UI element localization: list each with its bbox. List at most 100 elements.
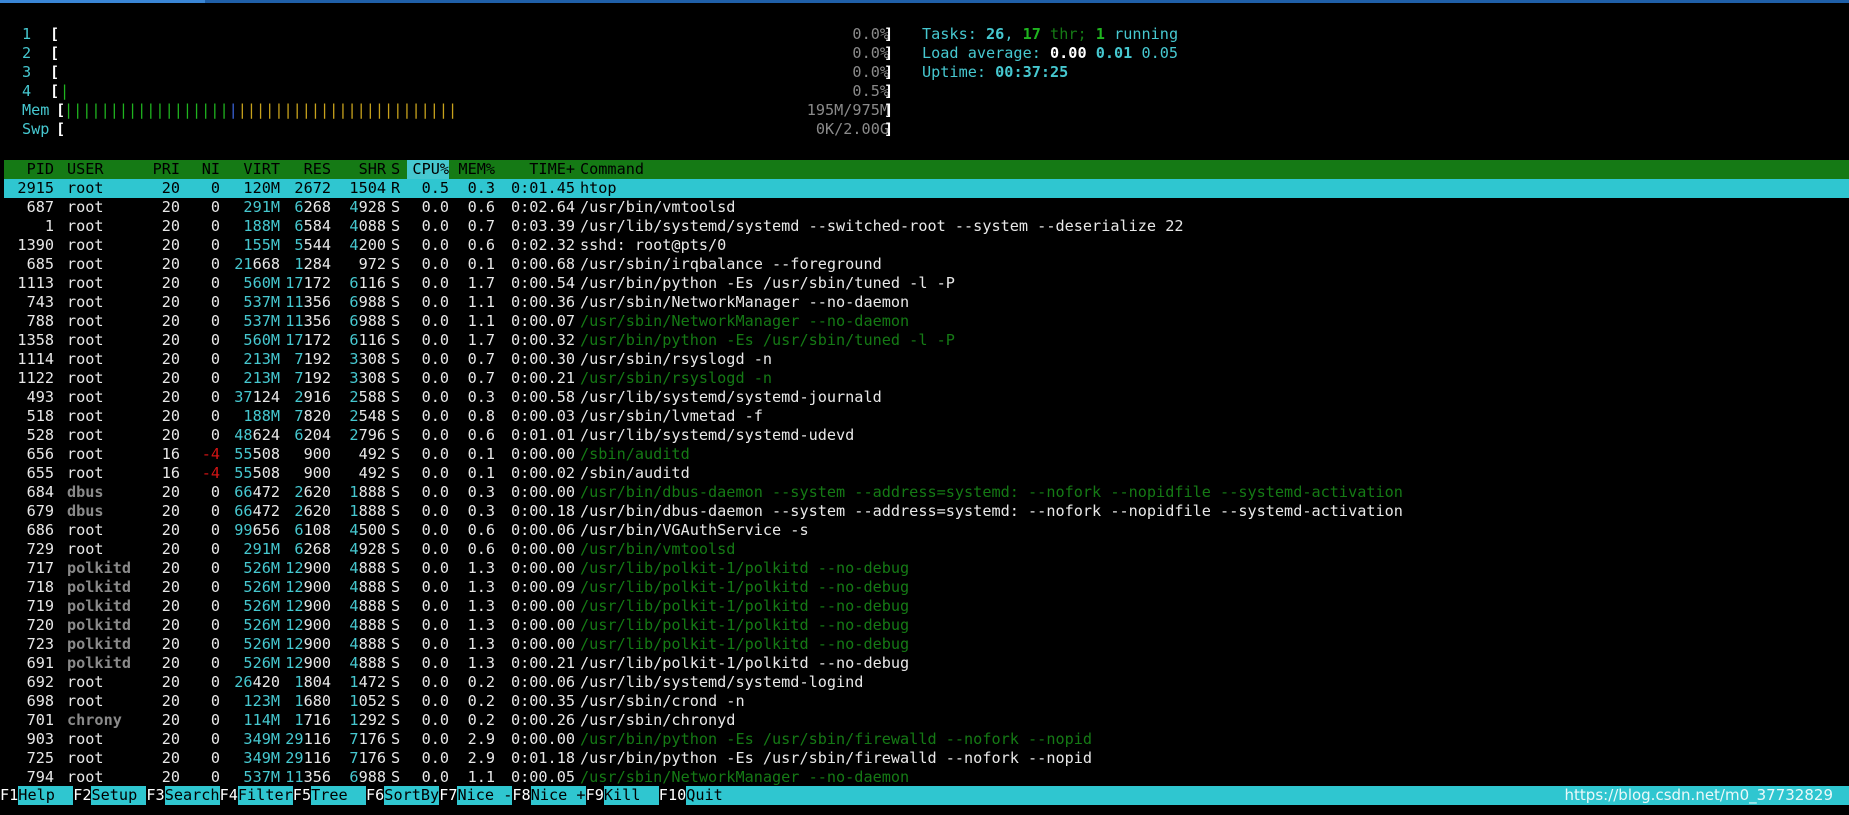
column-header-pid[interactable]: PID — [4, 160, 54, 179]
function-key-f3[interactable]: F3 — [146, 786, 165, 805]
table-row[interactable]: 903 root 20 0 349M 29116 7176 S 0.0 2.9 0:00.00/us… — [4, 730, 1849, 749]
table-row[interactable]: 701 chrony 20 0 114M 1716 1292 S 0.0 0.2 0:00.26/u… — [4, 711, 1849, 730]
cell-pid: 1114 — [17, 350, 54, 368]
table-row[interactable]: 719 polkitd 20 0 526M 12900 4888 S 0.0 1.3 0:00.00… — [4, 597, 1849, 616]
process-table-header: PID USER PRI NI VIRT RES SHR S CPU% MEM%… — [4, 160, 1849, 179]
function-key-f10[interactable]: F10 — [658, 786, 687, 805]
function-key-label[interactable]: Setup — [92, 786, 147, 805]
function-key-f7[interactable]: F7 — [439, 786, 458, 805]
table-row[interactable]: 656 root 16 -4 55508 900 492 S 0.0 0.1 0:00.00/sbi… — [4, 445, 1849, 464]
column-header-user[interactable]: USER — [67, 160, 104, 179]
table-row[interactable]: 685 root 20 0 21668 1284 972 S 0.0 0.1 0:00.68/usr… — [4, 255, 1849, 274]
cell-s: S — [391, 559, 401, 577]
cell-pid: 518 — [26, 407, 54, 425]
table-row[interactable]: 655 root 16 -4 55508 900 492 S 0.0 0.1 0:00.02/sbi… — [4, 464, 1849, 483]
table-row[interactable]: 1358 root 20 0 560M 17172 6116 S 0.0 1.7 0:00.32/u… — [4, 331, 1849, 350]
table-row[interactable]: 679 dbus 20 0 66472 2620 1888 S 0.0 0.3 0:00.18/us… — [4, 502, 1849, 521]
table-row[interactable]: 788 root 20 0 537M 11356 6988 S 0.0 1.1 0:00.07/us… — [4, 312, 1849, 331]
table-row[interactable]: 720 polkitd 20 0 526M 12900 4888 S 0.0 1.3 0:00.00… — [4, 616, 1849, 635]
cell-mem: 0.1 — [467, 445, 495, 463]
table-row[interactable]: 528 root 20 0 48624 6204 2796 S 0.0 0.6 0:01.01/us… — [4, 426, 1849, 445]
table-row[interactable]: 1390 root 20 0 155M 5544 4200 S 0.0 0.6 0:02.32 ssh… — [4, 236, 1849, 255]
cell-ni: 0 — [210, 255, 220, 273]
table-row-selected[interactable]: 2915 root 20 0 120M 2672 1504 R 0.5 0.3 0:01.45 hto… — [4, 179, 1849, 198]
table-row[interactable]: 718 polkitd 20 0 526M 12900 4888 S 0.0 1.3 0:00.09… — [4, 578, 1849, 597]
cell-user: polkitd — [67, 578, 132, 596]
cell-cpu: 0.0 — [421, 236, 449, 254]
table-row[interactable]: 725 root 20 0 349M 29116 7176 S 0.0 2.9 0:01.18/us… — [4, 749, 1849, 768]
cell-s: S — [391, 331, 401, 349]
cell-pid: 718 — [26, 578, 54, 596]
function-key-label[interactable]: Kill — [604, 786, 659, 805]
function-key-f6[interactable]: F6 — [366, 786, 385, 805]
table-row[interactable]: 698 root 20 0 123M 1680 1052 S 0.0 0.2 0:00.35/usr… — [4, 692, 1849, 711]
function-key-f5[interactable]: F5 — [292, 786, 312, 805]
column-header-res[interactable]: RES — [281, 160, 331, 179]
cell-mem: 0.3 — [467, 502, 495, 520]
cell-user: root — [67, 236, 104, 254]
table-row[interactable]: 743 root 20 0 537M 11356 6988 S 0.0 1.1 0:00.36/us… — [4, 293, 1849, 312]
function-key-f9[interactable]: F9 — [585, 786, 604, 805]
table-row[interactable]: 794 root 20 0 537M 11356 6988 S 0.0 1.1 0:00.05/us… — [4, 768, 1849, 787]
table-row[interactable]: 717 polkitd 20 0 526M 12900 4888 S 0.0 1.3 0:00.00… — [4, 559, 1849, 578]
column-header-pri[interactable]: PRI — [152, 160, 180, 179]
cell-time: 0:00.07 — [510, 312, 575, 330]
table-row[interactable]: 493 root 20 0 37124 2916 2588 S 0.0 0.3 0:00.58/us… — [4, 388, 1849, 407]
function-key-f8[interactable]: F8 — [512, 786, 531, 805]
function-key-label[interactable]: Tree — [311, 786, 366, 805]
table-row[interactable]: 691 polkitd 20 0 526M 12900 4888 S 0.0 1.3 0:00.21… — [4, 654, 1849, 673]
table-row[interactable]: 723 polkitd 20 0 526M 12900 4888 S 0.0 1.3 0:00.00… — [4, 635, 1849, 654]
window-top-strip — [0, 0, 1849, 3]
table-row[interactable]: 1122 root 20 0 213M 7192 3308 S 0.0 0.7 0:00.21/us… — [4, 369, 1849, 388]
cell-s: S — [391, 426, 401, 444]
table-row[interactable]: 684 dbus 20 0 66472 2620 1888 S 0.0 0.3 0:00.00/us… — [4, 483, 1849, 502]
cell-ni: 0 — [210, 673, 220, 691]
table-row[interactable]: 686 root 20 0 99656 6108 4500 S 0.0 0.6 0:00.06/us… — [4, 521, 1849, 540]
column-header-mem[interactable]: MEM% — [453, 160, 495, 179]
cell-cpu: 0.0 — [421, 635, 449, 653]
cell-s: S — [391, 445, 401, 463]
cell-cpu: 0.0 — [421, 426, 449, 444]
cell-ni: 0 — [210, 616, 220, 634]
cell-mem: 0.6 — [467, 426, 495, 444]
column-header-cpu[interactable]: CPU% — [407, 160, 449, 179]
threads-count: 17 — [1022, 25, 1041, 43]
function-key-f1[interactable]: F1 — [0, 786, 19, 805]
column-header-command[interactable]: Command — [580, 160, 644, 179]
column-header-ni[interactable]: NI — [192, 160, 220, 179]
table-row[interactable]: 687 root 20 0 291M 6268 4928 S 0.0 0.6 0:02.64/usr… — [4, 198, 1849, 217]
cell-mem: 1.1 — [467, 768, 495, 786]
table-row[interactable]: 692 root 20 0 26420 1804 1472 S 0.0 0.2 0:00.06/us… — [4, 673, 1849, 692]
cell-pri: 20 — [161, 483, 180, 501]
column-header-virt[interactable]: VIRT — [230, 160, 280, 179]
cell-pid: 679 — [26, 502, 54, 520]
cell-s: S — [391, 464, 401, 482]
cell-time: 0:00.06 — [510, 521, 575, 539]
cell-cmd: /usr/lib/polkit-1/polkitd --no-debug — [580, 597, 910, 615]
cell-cpu: 0.0 — [421, 445, 449, 463]
function-key-f2[interactable]: F2 — [73, 786, 92, 805]
function-key-label[interactable]: Filter — [238, 786, 293, 805]
table-row[interactable]: 729 root 20 0 291M 6268 4928 S 0.0 0.6 0:00.00/usr… — [4, 540, 1849, 559]
function-key-label[interactable]: Nice - — [458, 786, 513, 805]
column-header-time[interactable]: TIME+ — [497, 160, 575, 179]
cell-res: 900 — [303, 445, 331, 463]
cell-pid: 725 — [26, 749, 54, 767]
table-row[interactable]: 1113 root 20 0 560M 17172 6116 S 0.0 1.7 0:00.54/u… — [4, 274, 1849, 293]
column-header-shr[interactable]: SHR — [336, 160, 386, 179]
function-key-label[interactable]: Nice + — [531, 786, 586, 805]
cell-cmd: /usr/bin/vmtoolsd — [580, 198, 736, 216]
table-row[interactable]: 1114 root 20 0 213M 7192 3308 S 0.0 0.7 0:00.30/us… — [4, 350, 1849, 369]
table-row[interactable]: 518 root 20 0 188M 7820 2548 S 0.0 0.8 0:00.03/usr… — [4, 407, 1849, 426]
table-row[interactable]: 1 root 20 0 188M 6584 4088 S 0.0 0.7 0:03.39/usr/l… — [4, 217, 1849, 236]
function-key-label[interactable]: SortBy — [384, 786, 439, 805]
function-key-f4[interactable]: F4 — [219, 786, 238, 805]
function-key-label[interactable]: Quit — [686, 786, 741, 805]
column-header-state[interactable]: S — [391, 160, 400, 179]
meter-bracket-open: [ — [50, 25, 60, 43]
function-key-label[interactable]: Help — [18, 786, 73, 805]
cell-cmd: /usr/lib/polkit-1/polkitd --no-debug — [580, 654, 910, 672]
function-key-label[interactable]: Search — [165, 786, 220, 805]
cell-pri: 20 — [161, 692, 180, 710]
cell-s: S — [391, 217, 401, 235]
